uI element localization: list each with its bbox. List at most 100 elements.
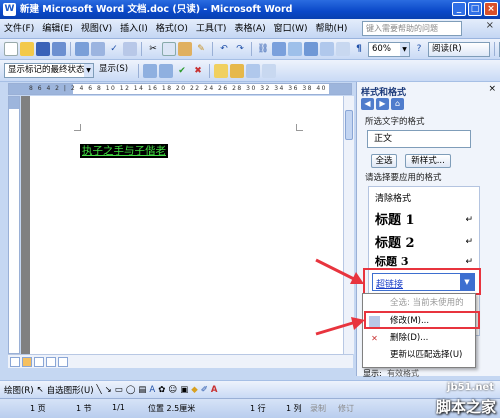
menu-delete[interactable]: ✕ 删除(D)... [363, 331, 475, 346]
menu-update-match[interactable]: 更新以匹配选择(U) [363, 348, 475, 363]
hyperlink-icon[interactable]: ⛓ [256, 42, 270, 56]
track-changes-icon[interactable] [246, 63, 260, 78]
normal-view-icon[interactable] [10, 356, 20, 367]
doc-close-icon[interactable]: × [486, 20, 494, 31]
vertical-ruler[interactable] [8, 96, 20, 354]
back-icon[interactable]: ◀ [361, 98, 374, 110]
maximize-icon[interactable]: □ [468, 2, 482, 16]
font-color-icon[interactable]: A [211, 385, 218, 395]
reading-view-icon[interactable] [58, 356, 68, 367]
menu-file[interactable]: 文件(F) [0, 20, 38, 38]
select-pointer-icon[interactable]: ↖ [37, 385, 44, 395]
redo-icon[interactable]: ↷ [233, 42, 247, 56]
return-mark-icon: ↵ [465, 237, 473, 247]
next-change-icon[interactable] [159, 63, 173, 78]
outline-view-icon[interactable] [46, 356, 56, 367]
spelling-icon[interactable]: ✓ [107, 42, 121, 56]
style-heading-1[interactable]: 标题 1 [375, 209, 415, 228]
read-button[interactable]: 阅读(R) [428, 41, 490, 57]
menu-table[interactable]: 表格(A) [230, 20, 269, 38]
status-record[interactable]: 录制 [310, 403, 326, 414]
save-icon[interactable] [36, 42, 50, 56]
view-buttons [8, 354, 353, 368]
draw-menu-button[interactable]: 绘图(R) [4, 384, 34, 396]
clipart-icon[interactable]: ☺ [168, 385, 177, 395]
print-view-icon[interactable] [34, 356, 44, 367]
status-section: 1 节 [76, 404, 92, 413]
arrow-tool-icon[interactable]: ↘ [105, 385, 112, 395]
cut-icon[interactable]: ✂ [146, 42, 160, 56]
line-color-icon[interactable]: ✐ [201, 385, 208, 395]
markup-display-select[interactable]: 显示标记的最终状态 ▼ [4, 63, 94, 78]
style-heading-3[interactable]: 标题 3 [375, 253, 408, 269]
paste-icon[interactable] [178, 42, 192, 56]
return-mark-icon: ↵ [465, 215, 473, 225]
menu-insert[interactable]: 插入(I) [116, 20, 152, 38]
copy-icon[interactable] [162, 42, 176, 56]
accept-change-icon[interactable]: ✔ [175, 64, 189, 78]
diagram-icon[interactable]: ✿ [158, 385, 165, 395]
new-doc-icon[interactable] [4, 42, 18, 56]
home-icon[interactable]: ⌂ [391, 98, 404, 110]
reject-change-icon[interactable]: ✖ [191, 64, 205, 78]
zoom-select[interactable]: 60% ▼ [368, 41, 410, 57]
status-track[interactable]: 修订 [338, 403, 354, 414]
menu-view[interactable]: 视图(V) [77, 20, 116, 38]
status-line: 1 行 [250, 404, 266, 413]
autoshapes-button[interactable]: 自选图形(U) [47, 384, 94, 396]
style-clear-format[interactable]: 清除格式 [375, 191, 411, 204]
wordart-icon[interactable]: A [149, 385, 155, 395]
task-pane-close-icon[interactable]: × [488, 84, 496, 94]
watermark-domain: jb51.net [447, 382, 494, 393]
delete-icon: ✕ [371, 334, 378, 343]
line-icon[interactable]: ╲ [97, 385, 102, 395]
select-all-button[interactable]: 全选 [371, 154, 397, 168]
help-icon[interactable]: ? [412, 42, 426, 56]
research-icon[interactable] [123, 42, 137, 56]
print-icon[interactable] [75, 42, 89, 56]
menu-edit[interactable]: 编辑(E) [38, 20, 77, 38]
print-preview-icon[interactable] [91, 42, 105, 56]
table-icon[interactable] [272, 42, 286, 56]
reviewing-pane-icon[interactable] [262, 63, 276, 78]
show-value[interactable]: 有效格式 [387, 368, 419, 379]
status-pages: 1/1 [112, 403, 125, 412]
web-view-icon[interactable] [22, 356, 32, 367]
current-style-box[interactable]: 正文 [367, 130, 471, 148]
excel-icon[interactable] [288, 42, 302, 56]
docmap-icon[interactable] [336, 42, 350, 56]
new-style-button[interactable]: 新样式... [405, 154, 451, 168]
columns-icon[interactable] [304, 42, 318, 56]
highlight-icon[interactable] [230, 63, 244, 78]
insert-comment-icon[interactable] [214, 63, 228, 78]
style-heading-2[interactable]: 标题 2 [375, 232, 415, 251]
permission-icon[interactable] [52, 42, 66, 56]
status-column: 1 列 [286, 404, 302, 413]
horizontal-ruler[interactable]: 8 6 4 2 | 2 4 6 8 10 12 14 16 18 20 22 2… [8, 83, 352, 95]
menu-window[interactable]: 窗口(W) [270, 20, 312, 38]
show-hide-icon[interactable]: ¶ [352, 42, 366, 56]
drawing-icon[interactable] [320, 42, 334, 56]
red-arrow-icons [315, 258, 365, 336]
menu-help[interactable]: 帮助(H) [312, 20, 352, 38]
undo-icon[interactable]: ↶ [217, 42, 231, 56]
show-markup-select[interactable]: 显示(S) [96, 63, 134, 78]
menu-tools[interactable]: 工具(T) [192, 20, 231, 38]
forward-icon[interactable]: ▶ [376, 98, 389, 110]
prev-change-icon[interactable] [143, 63, 157, 78]
oval-icon[interactable]: ◯ [126, 385, 136, 395]
help-search-input[interactable]: 键入需要帮助的问题 [362, 21, 462, 36]
format-painter-icon[interactable]: ✎ [194, 42, 208, 56]
textbox-icon[interactable]: ▤ [138, 385, 146, 395]
picture-icon[interactable]: ▣ [180, 385, 188, 395]
close-icon[interactable]: × [484, 2, 498, 16]
fill-color-icon[interactable]: ◆ [191, 385, 198, 395]
open-icon[interactable] [20, 42, 34, 56]
menu-format[interactable]: 格式(O) [152, 20, 192, 38]
selected-format-label: 所选文字的格式 [365, 117, 425, 127]
menu-bar: 文件(F) 编辑(E) 视图(V) 插入(I) 格式(O) 工具(T) 表格(A… [0, 19, 500, 39]
rectangle-icon[interactable]: ▭ [115, 385, 123, 395]
document-text[interactable]: 执子之手与子偕老 [80, 144, 168, 158]
document-page[interactable] [30, 96, 344, 354]
minimize-icon[interactable]: _ [452, 2, 466, 16]
